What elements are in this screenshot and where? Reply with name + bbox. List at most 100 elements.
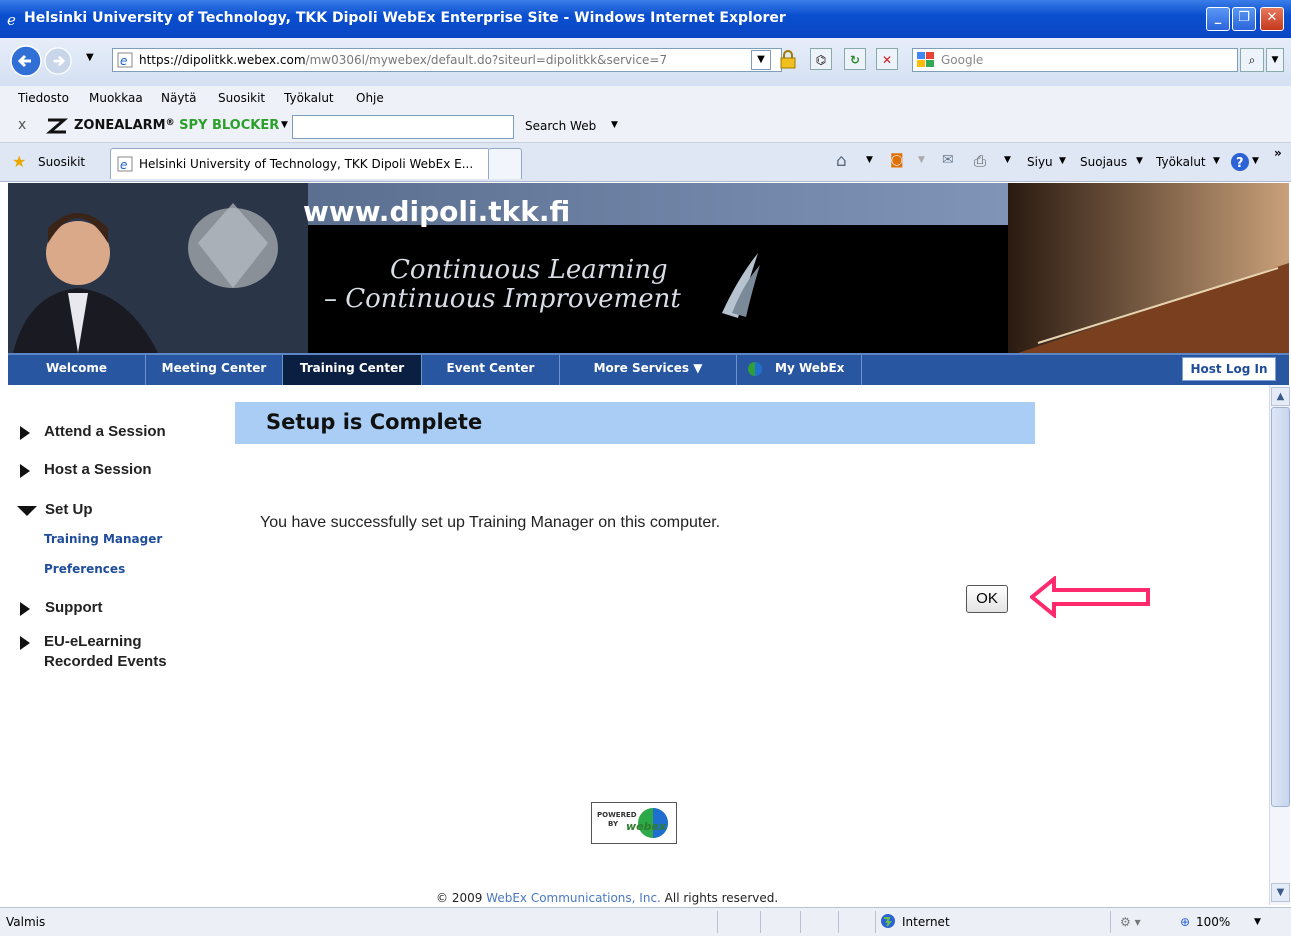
menu-suosikit[interactable]: Suosikit — [218, 91, 265, 105]
search-options-dropdown[interactable]: ▼ — [1266, 48, 1284, 72]
tools-menu[interactable]: Työkalut — [1156, 155, 1206, 169]
toolbar-search-input[interactable] — [292, 115, 514, 139]
sidebar-setup[interactable]: Set Up — [45, 501, 93, 518]
search-web-dropdown[interactable]: ▼ — [611, 120, 618, 130]
nav-event-center[interactable]: Event Center — [422, 355, 560, 385]
vertical-scrollbar[interactable]: ▲ ▼ — [1269, 385, 1290, 905]
lock-icon[interactable] — [778, 49, 798, 69]
zoom-level[interactable]: 100% — [1196, 915, 1230, 929]
sidebar-host-session[interactable]: Host a Session — [44, 461, 152, 478]
svg-text:e: e — [7, 11, 16, 27]
zoom-dropdown[interactable]: ▼ — [1254, 917, 1261, 927]
search-go-icon[interactable]: ⌕ — [1240, 48, 1264, 72]
tab-active[interactable]: e Helsinki University of Technology, TKK… — [110, 148, 490, 179]
maximize-button[interactable]: ❐ — [1232, 7, 1256, 31]
address-row: ▼ e https://dipolitkk.webex.com/mw0306l/… — [0, 38, 1291, 86]
eu-expand-icon[interactable] — [20, 636, 30, 650]
sidebar-preferences[interactable]: Preferences — [44, 562, 125, 576]
support-expand-icon[interactable] — [20, 602, 30, 616]
address-dropdown[interactable]: ▼ — [751, 50, 771, 70]
close-window-button[interactable]: ✕ — [1260, 7, 1284, 31]
toolbar-close-button[interactable]: x — [18, 117, 26, 133]
attend-expand-icon[interactable] — [20, 426, 30, 440]
safety-menu[interactable]: Suojaus — [1080, 155, 1127, 169]
print-dropdown[interactable]: ▼ — [1004, 155, 1011, 165]
heading-panel: Setup is Complete — [235, 402, 1035, 444]
setup-collapse-icon[interactable] — [17, 506, 37, 516]
favorites-button[interactable]: Suosikit — [38, 155, 85, 169]
by-text: BY — [608, 820, 619, 828]
home-dropdown[interactable]: ▼ — [866, 155, 873, 165]
search-field[interactable]: Google — [912, 48, 1238, 72]
tab-bar: ★ Suosikit e Helsinki University of Tech… — [0, 143, 1291, 182]
tab-title: Helsinki University of Technology, TKK D… — [139, 157, 474, 171]
svg-text:e: e — [120, 158, 127, 172]
powered-text: POWERED — [597, 811, 637, 819]
back-button[interactable] — [10, 45, 42, 77]
ok-button[interactable]: OK — [966, 585, 1008, 613]
address-field[interactable]: e https://dipolitkk.webex.com/mw0306l/my… — [112, 48, 782, 72]
help-icon[interactable]: ? — [1230, 152, 1250, 172]
scroll-up-button[interactable]: ▲ — [1271, 387, 1290, 406]
svg-text:?: ? — [1236, 156, 1244, 171]
scroll-thumb[interactable] — [1271, 407, 1290, 807]
menu-nayta[interactable]: Näytä — [161, 91, 197, 105]
webex-link[interactable]: WebEx Communications, Inc. — [486, 891, 661, 905]
sidebar-support[interactable]: Support — [45, 599, 103, 616]
mail-icon[interactable]: ✉ — [942, 152, 954, 168]
stop-icon[interactable]: ✕ — [876, 48, 898, 70]
page-menu[interactable]: Siyu — [1027, 155, 1053, 169]
banner-tagline-1: Continuous Learning — [390, 255, 668, 285]
forward-button[interactable] — [44, 47, 72, 75]
search-web-button[interactable]: Search Web — [525, 119, 596, 133]
print-icon[interactable]: ⎙ — [974, 152, 986, 170]
favorites-star-icon[interactable]: ★ — [12, 152, 26, 171]
webex-nav-bar: Welcome Meeting Center Training Center E… — [8, 353, 1289, 385]
minimize-button[interactable]: _ — [1206, 7, 1230, 31]
scroll-down-button[interactable]: ▼ — [1271, 883, 1290, 902]
menu-muokkaa[interactable]: Muokkaa — [89, 91, 143, 105]
nav-mywebex-label: My WebEx — [775, 361, 845, 375]
zonealarm-dropdown[interactable]: ▼ — [281, 120, 288, 130]
home-icon[interactable]: ⌂ — [836, 151, 847, 171]
sidebar-training-manager[interactable]: Training Manager — [44, 532, 162, 546]
menu-tyokalut[interactable]: Työkalut — [284, 91, 334, 105]
nav-mywebex[interactable]: My WebEx — [737, 355, 862, 385]
page-icon: e — [117, 52, 133, 68]
recent-pages-dropdown[interactable]: ▼ — [86, 52, 94, 63]
zonealarm-logo-icon — [46, 118, 68, 134]
sidebar-attend-session[interactable]: Attend a Session — [44, 423, 166, 440]
feeds-icon[interactable]: ◙ — [890, 152, 904, 168]
sidebar-recorded-events[interactable]: Recorded Events — [44, 653, 167, 670]
tab-page-icon: e — [117, 156, 133, 172]
nav-training-center[interactable]: Training Center — [283, 355, 422, 385]
protected-mode-icon[interactable]: ⚙ ▾ — [1120, 915, 1141, 929]
menu-ohje[interactable]: Ohje — [356, 91, 384, 105]
refresh-icon[interactable]: ↻ — [844, 48, 866, 70]
banner-url: www.dipoli.tkk.fi — [303, 195, 571, 228]
nav-meeting-center[interactable]: Meeting Center — [146, 355, 283, 385]
zonealarm-toolbar: x ZONEALARM® SPY BLOCKER ▼ Search Web ▼ — [0, 110, 1291, 143]
menu-tiedosto[interactable]: Tiedosto — [18, 91, 69, 105]
google-icon — [917, 52, 934, 67]
new-tab-button[interactable] — [488, 148, 522, 179]
host-login-button[interactable]: Host Log In — [1182, 357, 1276, 381]
toolbar-overflow-icon[interactable]: » — [1274, 146, 1282, 160]
zoom-icon[interactable]: ⊕ — [1180, 915, 1190, 929]
nav-more-services[interactable]: More Services ▼ — [560, 355, 737, 385]
search-placeholder: Google — [941, 53, 984, 67]
page-content: Attend a Session Host a Session Set Up T… — [8, 385, 1269, 905]
ie-icon: e — [7, 11, 16, 27]
webex-ball-icon — [748, 362, 762, 376]
host-expand-icon[interactable] — [20, 464, 30, 478]
feeds-dropdown[interactable]: ▼ — [918, 155, 925, 165]
status-text: Valmis — [6, 915, 46, 929]
url-domain: webex.com — [237, 53, 306, 67]
zonealarm-reg: ® — [165, 118, 175, 128]
compatibility-icon[interactable]: ⌬ — [810, 48, 832, 70]
zonealarm-brand: ZONEALARM — [74, 118, 166, 133]
pointer-arrow-icon — [1030, 576, 1150, 618]
site-banner: www.dipoli.tkk.fi Continuous Learning – … — [8, 183, 1289, 353]
sidebar-eu-elearning[interactable]: EU-eLearning — [44, 633, 142, 650]
nav-welcome[interactable]: Welcome — [8, 355, 146, 385]
